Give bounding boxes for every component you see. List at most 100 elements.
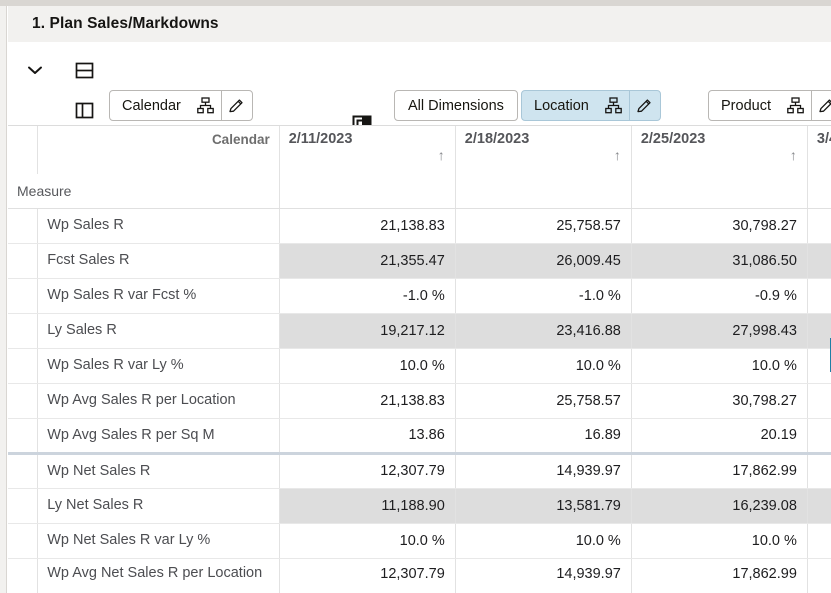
calendar-hierarchy-button[interactable] — [191, 91, 221, 120]
data-cell[interactable]: 18,822.58 — [807, 488, 831, 523]
data-cell[interactable]: 10.0 % — [807, 348, 831, 383]
table-row[interactable]: Wp Net Sales R var Ly %10.0 %10.0 %10.0 … — [8, 523, 831, 558]
chip-calendar-label[interactable]: Calendar — [110, 91, 191, 120]
data-cell[interactable]: 30,798.27 — [631, 383, 807, 418]
table-row[interactable]: Wp Avg Net Sales R per Location12,307.79… — [8, 558, 831, 593]
location-hierarchy-button[interactable] — [599, 91, 629, 120]
data-cell[interactable]: 13,581.79 — [455, 488, 631, 523]
data-cell[interactable]: 11,188.90 — [279, 488, 455, 523]
window-left-border — [0, 6, 7, 593]
row-gutter-cell — [8, 523, 38, 558]
data-cell[interactable]: 35,697.99 — [807, 208, 831, 243]
row-gutter-cell — [8, 348, 38, 383]
column-header-2[interactable]: 2/25/2023 ↑ — [631, 126, 807, 174]
toolbar: Calendar Measure (1. Retail) — [8, 42, 831, 125]
table-row[interactable]: Wp Sales R var Fcst %-1.0 %-1.0 %-0.9 %-… — [8, 278, 831, 313]
row-axis-button[interactable] — [66, 50, 102, 90]
data-cell[interactable]: 25,758.57 — [455, 383, 631, 418]
data-cell[interactable]: 25,758.57 — [455, 208, 631, 243]
row-gutter-cell — [8, 383, 38, 418]
product-hierarchy-button[interactable] — [781, 91, 811, 120]
data-cell[interactable]: 14,939.97 — [455, 558, 631, 593]
data-cell[interactable]: -0.9 % — [631, 278, 807, 313]
table-row[interactable]: Wp Net Sales R12,307.7914,939.9717,862.9… — [8, 453, 831, 488]
chip-product-label[interactable]: Product — [709, 91, 781, 120]
column-header-1[interactable]: 2/18/2023 ↑ — [455, 126, 631, 174]
table-row[interactable]: Ly Sales R19,217.1223,416.8827,998.4332,… — [8, 313, 831, 348]
sort-ascending-icon[interactable]: ↑ — [790, 148, 797, 162]
data-cell[interactable]: 19,217.12 — [279, 313, 455, 348]
data-cell[interactable]: 10.0 % — [631, 348, 807, 383]
column-header-date: 3/4/2023 — [817, 131, 831, 147]
data-cell[interactable]: 31,086.50 — [631, 243, 807, 278]
row-gutter-cell — [8, 243, 38, 278]
data-cell[interactable]: 14,939.97 — [455, 453, 631, 488]
calendar-edit-button[interactable] — [222, 91, 252, 120]
data-cell[interactable]: 12,307.79 — [279, 558, 455, 593]
chip-location[interactable]: Location — [521, 90, 661, 121]
table-body: Wp Sales R21,138.8325,758.5730,798.2735,… — [8, 208, 831, 593]
data-cell[interactable]: 16,239.08 — [631, 488, 807, 523]
data-cell[interactable]: 17,862.99 — [631, 453, 807, 488]
chip-all-dimensions-label[interactable]: All Dimensions — [395, 91, 517, 120]
row-layout-icon — [75, 61, 94, 80]
data-cell[interactable]: -0.9 % — [807, 278, 831, 313]
row-gutter-cell — [8, 313, 38, 348]
data-cell[interactable]: 13.86 — [279, 418, 455, 453]
row-label: Ly Sales R — [38, 313, 279, 348]
measure-header-spacer — [279, 174, 455, 208]
data-cell[interactable]: 32,452.72 — [807, 313, 831, 348]
chip-location-label[interactable]: Location — [522, 91, 599, 120]
data-cell[interactable]: -1.0 % — [455, 278, 631, 313]
hierarchy-icon — [197, 97, 214, 114]
data-cell[interactable]: 16.89 — [455, 418, 631, 453]
table-row[interactable]: Fcst Sales R21,355.4726,009.4531,086.503… — [8, 243, 831, 278]
table-row[interactable]: Wp Sales R21,138.8325,758.5730,798.2735,… — [8, 208, 831, 243]
column-header-date: 2/11/2023 — [289, 131, 353, 147]
column-header-3[interactable]: 3/4/2023 ↑ — [807, 126, 831, 174]
data-cell[interactable]: 30,798.27 — [631, 208, 807, 243]
chip-calendar[interactable]: Calendar — [109, 90, 253, 121]
dimension-header-row: Calendar 2/11/2023 ↑ 2/18/2023 ↑ 2/25/20… — [8, 126, 831, 174]
data-cell[interactable]: 10.0 % — [455, 348, 631, 383]
chip-all-dimensions[interactable]: All Dimensions — [394, 90, 518, 121]
data-cell[interactable]: 10.0 % — [631, 523, 807, 558]
row-label: Wp Avg Sales R per Location — [38, 383, 279, 418]
data-cell[interactable]: 10.0 % — [279, 348, 455, 383]
location-edit-button[interactable] — [630, 91, 660, 120]
data-cell[interactable]: 10.0 % — [807, 523, 831, 558]
sort-ascending-icon[interactable]: ↑ — [438, 148, 445, 162]
row-label: Wp Sales R var Ly % — [38, 348, 279, 383]
data-cell[interactable]: 26,009.45 — [455, 243, 631, 278]
data-cell[interactable]: 21,355.47 — [279, 243, 455, 278]
data-cell[interactable]: 21,138.83 — [279, 383, 455, 418]
table-row[interactable]: Ly Net Sales R11,188.9013,581.7916,239.0… — [8, 488, 831, 523]
data-cell[interactable]: 17,862.99 — [631, 558, 807, 593]
data-cell[interactable]: 35,697.99 — [807, 383, 831, 418]
column-axis-button[interactable] — [66, 90, 102, 130]
table-row[interactable]: Wp Sales R var Ly %10.0 %10.0 %10.0 %10.… — [8, 348, 831, 383]
data-cell[interactable]: 23,416.88 — [455, 313, 631, 348]
collapse-toggle-button[interactable] — [17, 54, 53, 86]
row-gutter-cell — [8, 418, 38, 453]
product-edit-button[interactable] — [812, 91, 831, 120]
sort-ascending-icon[interactable]: ↑ — [614, 148, 621, 162]
column-header-0[interactable]: 2/11/2023 ↑ — [279, 126, 455, 174]
data-cell[interactable]: 12,307.79 — [279, 453, 455, 488]
data-cell[interactable]: 27,998.43 — [631, 313, 807, 348]
data-cell[interactable]: 23.41 — [807, 418, 831, 453]
table-row[interactable]: Wp Avg Sales R per Sq M13.8616.8920.1923… — [8, 418, 831, 453]
data-cell[interactable]: 36,022.53 — [807, 243, 831, 278]
data-cell[interactable]: 10.0 % — [455, 523, 631, 558]
data-cell[interactable]: -1.0 % — [279, 278, 455, 313]
data-grid[interactable]: Calendar 2/11/2023 ↑ 2/18/2023 ↑ 2/25/20… — [8, 125, 831, 593]
planning-workbook-window: 1. Plan Sales/Markdowns — [0, 0, 831, 593]
column-header-date: 2/25/2023 — [641, 131, 706, 147]
data-cell[interactable]: 20.19 — [631, 418, 807, 453]
chip-product[interactable]: Product — [708, 90, 831, 121]
data-cell[interactable]: 21,138.83 — [279, 208, 455, 243]
data-cell[interactable]: 10.0 % — [279, 523, 455, 558]
data-cell[interactable]: 20,704.84 — [807, 453, 831, 488]
table-row[interactable]: Wp Avg Sales R per Location21,138.8325,7… — [8, 383, 831, 418]
data-cell[interactable]: 20,704.84 — [807, 558, 831, 593]
